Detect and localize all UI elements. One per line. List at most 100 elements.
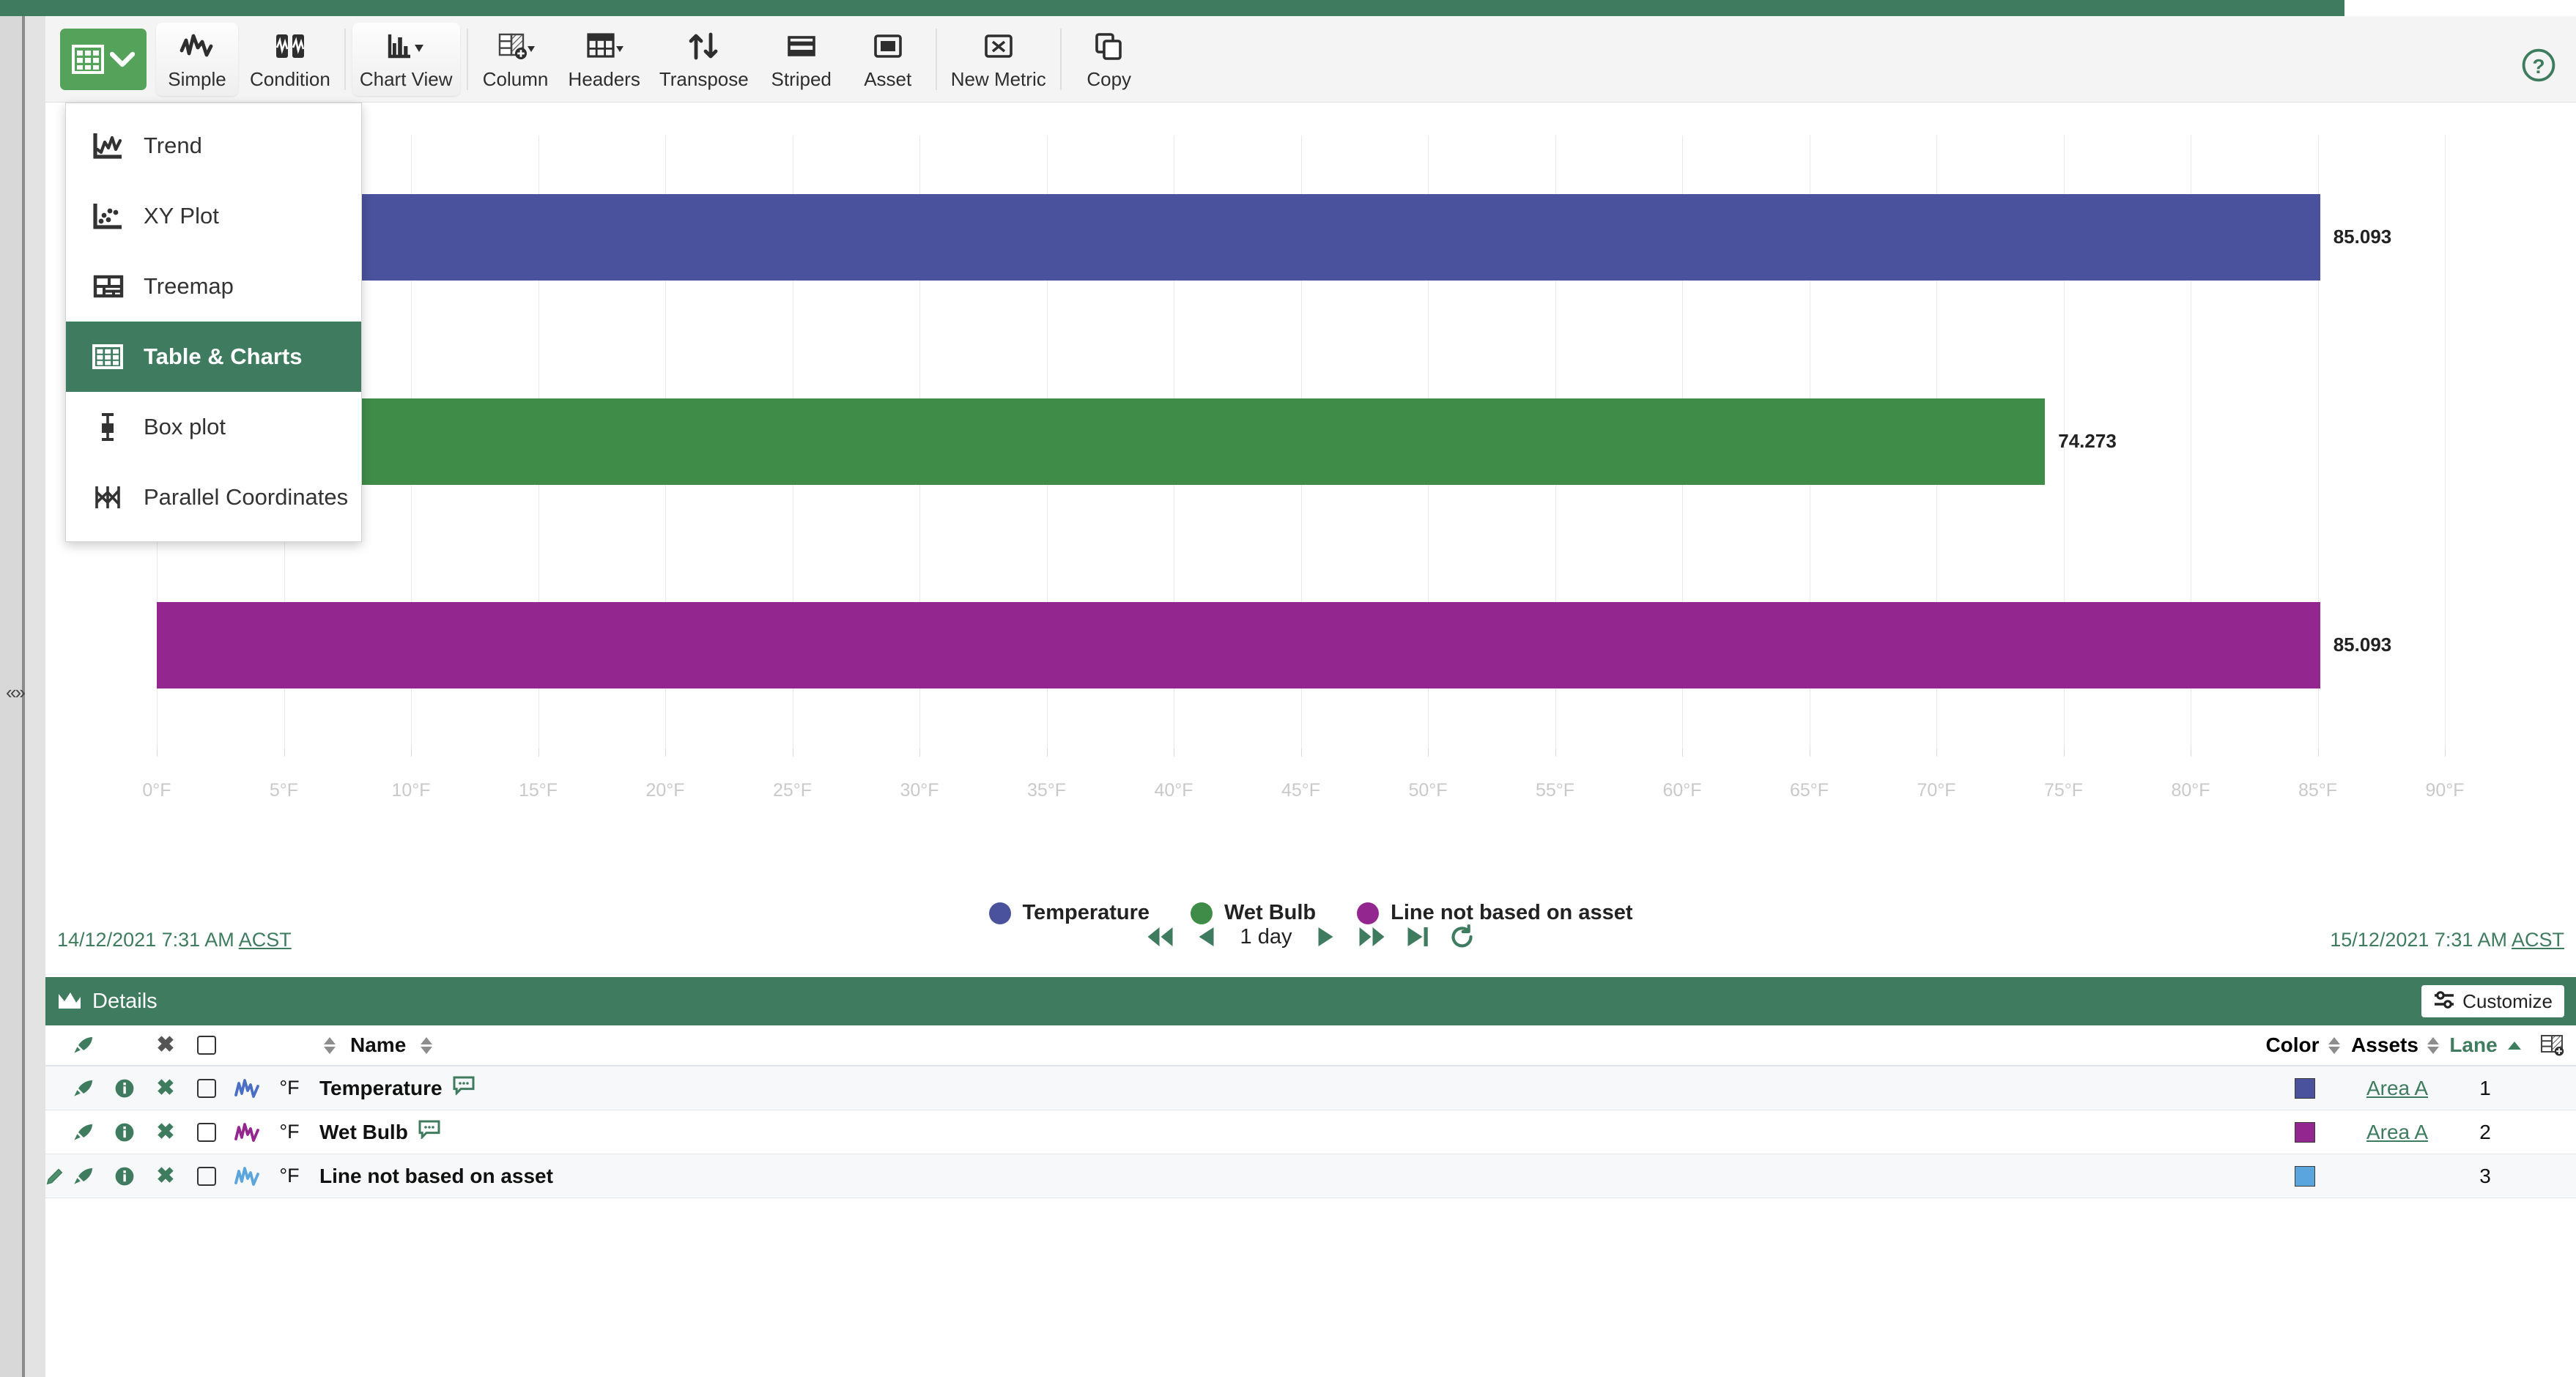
remove-row-icon[interactable]: ✖ bbox=[145, 1077, 186, 1099]
refresh-icon[interactable] bbox=[1448, 924, 1475, 949]
chart-bar[interactable] bbox=[284, 398, 2046, 485]
box-plot-icon bbox=[85, 412, 130, 442]
toolbar-label: Transpose bbox=[659, 68, 749, 90]
copy-icon bbox=[1091, 27, 1128, 65]
end-timezone-link[interactable]: ACST bbox=[2512, 929, 2564, 951]
menu-item-box-plot[interactable]: Box plot bbox=[66, 392, 361, 462]
transpose-icon bbox=[686, 27, 722, 65]
table-row[interactable]: ✖ °F Wet Bulb Area A 2 bbox=[45, 1110, 2576, 1154]
customize-button[interactable]: Customize bbox=[2421, 985, 2564, 1017]
toolbar-button-simple[interactable]: Simple bbox=[156, 22, 238, 96]
menu-item-table-and-charts[interactable]: Table & Charts bbox=[66, 322, 361, 392]
step-back-icon[interactable] bbox=[1195, 924, 1217, 949]
column-header-lane[interactable]: Lane bbox=[2441, 1033, 2529, 1057]
jump-end-icon[interactable] bbox=[1404, 924, 1429, 949]
axis-tick bbox=[2445, 748, 2446, 757]
start-timezone-link[interactable]: ACST bbox=[239, 929, 292, 951]
row-edit-icon[interactable] bbox=[45, 1167, 63, 1186]
skip-back-icon[interactable] bbox=[1147, 924, 1176, 949]
step-forward-icon[interactable] bbox=[1315, 924, 1337, 949]
rocket-icon[interactable] bbox=[63, 1123, 104, 1142]
table-row[interactable]: ✖ °F Line not based on asset 3 bbox=[45, 1154, 2576, 1198]
axis-tick-label: 75°F bbox=[2043, 780, 2084, 801]
row-color-swatch[interactable] bbox=[2257, 1121, 2353, 1143]
remove-all-icon[interactable]: ✖ bbox=[145, 1034, 186, 1056]
row-unit: °F bbox=[279, 1165, 300, 1187]
axis-tick-label: 90°F bbox=[2425, 780, 2465, 801]
column-header-assets[interactable]: Assets bbox=[2351, 1033, 2441, 1057]
toolbar-label: Chart View bbox=[359, 68, 453, 90]
rocket-icon[interactable] bbox=[63, 1079, 104, 1098]
toolbar-label: Headers bbox=[568, 68, 640, 90]
chevron-down-icon bbox=[110, 51, 135, 67]
info-icon[interactable] bbox=[104, 1166, 145, 1187]
toolbar-button-transpose[interactable]: Transpose bbox=[652, 23, 756, 96]
start-timestamp: 14/12/2021 7:31 AM ACST bbox=[57, 929, 292, 951]
row-checkbox[interactable] bbox=[186, 1166, 227, 1186]
asset-link[interactable]: Area A bbox=[2366, 1077, 2428, 1100]
toolbar-button-asset[interactable]: Asset bbox=[847, 23, 929, 96]
menu-item-trend[interactable]: Trend bbox=[66, 111, 361, 181]
asset-link[interactable]: Area A bbox=[2366, 1121, 2428, 1144]
headers-icon bbox=[584, 27, 625, 65]
sort-arrows-icon[interactable] bbox=[2328, 1036, 2340, 1054]
trend-chart-icon bbox=[85, 130, 130, 161]
sort-arrows-icon[interactable] bbox=[2427, 1036, 2439, 1054]
toolbar-button-condition[interactable]: Condition bbox=[243, 23, 338, 96]
toolbar-divider bbox=[344, 28, 346, 90]
axis-tick bbox=[1555, 748, 1556, 757]
toolbar-button-column[interactable]: Column bbox=[475, 23, 557, 96]
add-column-button[interactable] bbox=[2529, 1034, 2576, 1056]
info-icon[interactable] bbox=[104, 1078, 145, 1099]
bar-value-label: 85.093 bbox=[2333, 226, 2392, 248]
time-range-label[interactable]: 1 day bbox=[1236, 925, 1297, 949]
menu-item-xy-plot[interactable]: XY Plot bbox=[66, 181, 361, 251]
column-header-color[interactable]: Color bbox=[2257, 1033, 2353, 1057]
table-row[interactable]: ✖ °F Temperature Area A 1 bbox=[45, 1066, 2576, 1110]
table-grid-icon bbox=[85, 341, 130, 372]
sort-arrows-icon[interactable] bbox=[324, 1036, 336, 1054]
row-checkbox[interactable] bbox=[186, 1078, 227, 1098]
skip-forward-icon[interactable] bbox=[1356, 924, 1385, 949]
chart-bar[interactable] bbox=[157, 601, 2320, 688]
chart-bar[interactable] bbox=[284, 194, 2320, 281]
rocket-icon[interactable] bbox=[63, 1036, 104, 1055]
axis-tick-label: 15°F bbox=[518, 780, 558, 801]
row-color-swatch[interactable] bbox=[2257, 1077, 2353, 1099]
bar-chart-icon bbox=[385, 27, 426, 65]
axis-tick bbox=[411, 748, 412, 757]
info-icon[interactable] bbox=[104, 1122, 145, 1143]
row-asset[interactable]: Area A bbox=[2353, 1077, 2441, 1100]
comment-icon[interactable] bbox=[418, 1120, 440, 1144]
signal-trace-icon bbox=[227, 1165, 268, 1187]
sort-arrows-icon[interactable] bbox=[421, 1036, 433, 1054]
table-view-toggle[interactable] bbox=[60, 28, 147, 90]
column-header-name[interactable]: Name bbox=[311, 1033, 2257, 1057]
select-all-checkbox[interactable] bbox=[186, 1036, 227, 1055]
remove-row-icon[interactable]: ✖ bbox=[145, 1165, 186, 1187]
row-color-swatch[interactable] bbox=[2257, 1165, 2353, 1187]
remove-row-icon[interactable]: ✖ bbox=[145, 1121, 186, 1143]
toolbar-label: Striped bbox=[771, 68, 832, 90]
toolbar-button-headers[interactable]: Headers bbox=[561, 23, 648, 96]
row-checkbox[interactable] bbox=[186, 1122, 227, 1142]
menu-item-treemap[interactable]: Treemap bbox=[66, 251, 361, 322]
menu-item-label: Table & Charts bbox=[144, 344, 303, 369]
rocket-icon[interactable] bbox=[63, 1167, 104, 1186]
comment-icon[interactable] bbox=[453, 1076, 475, 1100]
toolbar-button-striped[interactable]: Striped bbox=[760, 23, 843, 96]
row-lane: 1 bbox=[2479, 1076, 2491, 1099]
help-icon[interactable]: ? bbox=[2522, 48, 2555, 86]
axis-tick bbox=[538, 748, 539, 757]
toolbar-label: Simple bbox=[168, 68, 226, 90]
row-name-label: Wet Bulb bbox=[319, 1120, 408, 1143]
toolbar-button-chart-view[interactable]: Chart View bbox=[352, 22, 460, 96]
toolbar-button-copy[interactable]: Copy bbox=[1068, 23, 1150, 96]
row-asset[interactable]: Area A bbox=[2353, 1121, 2441, 1144]
bar-value-label: 74.273 bbox=[2058, 429, 2117, 452]
axis-tick bbox=[157, 748, 158, 757]
sidebar-collapse-handle[interactable]: «» bbox=[6, 681, 44, 703]
menu-item-parallel-coordinates[interactable]: Parallel Coordinates bbox=[66, 462, 361, 532]
toolbar-button-new-metric[interactable]: New Metric bbox=[944, 23, 1054, 96]
axis-tick-label: 10°F bbox=[391, 780, 431, 801]
